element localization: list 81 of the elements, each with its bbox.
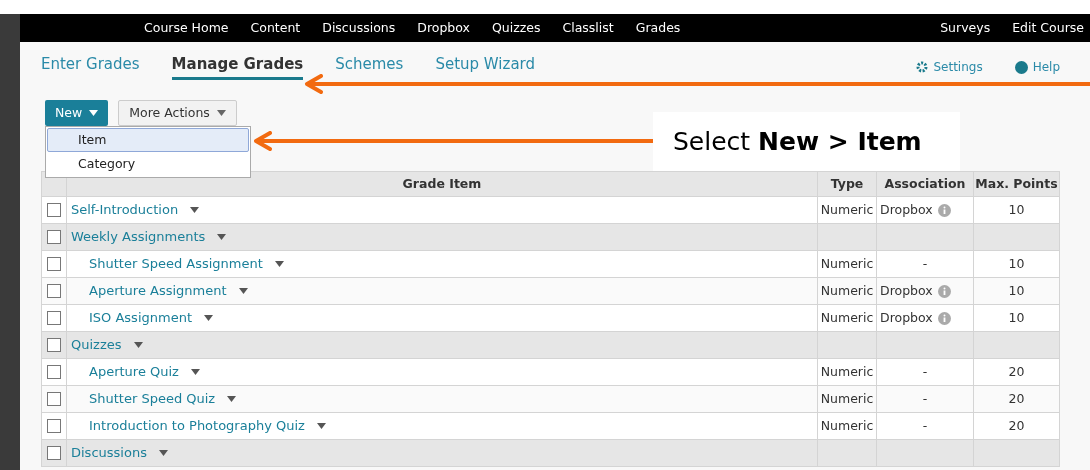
grade-item-link[interactable]: Aperture Quiz (89, 362, 179, 382)
table-cell-text: 10 (1008, 308, 1025, 327)
nav-link[interactable]: Content (250, 18, 301, 38)
nav-link[interactable]: Quizzes (491, 18, 541, 38)
caret-icon[interactable] (227, 396, 237, 402)
tool-link[interactable]: Settings (916, 58, 983, 80)
caret-icon[interactable] (217, 234, 227, 240)
checkbox[interactable] (47, 230, 61, 244)
checkbox[interactable] (47, 203, 61, 217)
nav-link[interactable]: Dropbox (417, 18, 470, 38)
table-cell-text: 10 (1008, 254, 1025, 273)
checkbox[interactable] (47, 392, 61, 406)
column-header: Max. Points (975, 174, 1058, 193)
table-cell-text: 20 (1008, 389, 1025, 408)
grade-item-link[interactable]: Introduction to Photography Quiz (89, 416, 305, 436)
tool-link[interactable]: Help (1014, 58, 1060, 80)
checkbox[interactable] (47, 257, 61, 271)
table-cell-text: Numeric (820, 389, 874, 408)
table-cell-text: Numeric (820, 254, 874, 273)
table-cell-text: 10 (1008, 281, 1025, 300)
new-button[interactable]: New (45, 100, 109, 126)
tab[interactable]: Manage Grades (171, 52, 304, 80)
more-actions-button[interactable]: More Actions (118, 100, 237, 126)
grade-item-link[interactable]: Weekly Assignments (71, 227, 206, 247)
grade-item-link[interactable]: ISO Assignment (89, 308, 192, 328)
grade-item-link[interactable]: Shutter Speed Quiz (89, 389, 216, 409)
table-cell-text: - (922, 254, 928, 273)
table-cell-text: Dropbox (880, 281, 933, 300)
checkbox[interactable] (47, 311, 61, 325)
nav-link[interactable]: Surveys (940, 18, 991, 38)
caret-icon[interactable] (274, 261, 284, 267)
info-icon[interactable] (937, 311, 951, 325)
column-header: Association (884, 174, 966, 193)
info-icon[interactable] (937, 284, 951, 298)
grade-item-link[interactable]: Aperture Assignment (89, 281, 227, 301)
nav-link[interactable]: Course Home (144, 18, 229, 38)
grade-item-link[interactable]: Shutter Speed Assignment (89, 254, 263, 274)
menu-item[interactable]: Category (47, 152, 249, 176)
grade-item-link[interactable]: Quizzes (71, 335, 122, 355)
table-cell-text: Numeric (820, 200, 874, 219)
settings-icon (916, 61, 929, 73)
menu-item[interactable]: Item (47, 128, 249, 152)
checkbox[interactable] (47, 446, 61, 460)
checkbox[interactable] (47, 365, 61, 379)
info-icon[interactable] (937, 203, 951, 217)
column-header: Grade Item (402, 174, 482, 193)
caret-icon[interactable] (133, 342, 143, 348)
checkbox[interactable] (47, 419, 61, 433)
table-cell-text: Numeric (820, 281, 874, 300)
table-cell-text: Numeric (820, 416, 874, 435)
nav-link[interactable]: Discussions (322, 18, 396, 38)
table-cell-text: 10 (1008, 200, 1025, 219)
grade-item-link[interactable]: Discussions (71, 443, 147, 463)
checkbox[interactable] (47, 284, 61, 298)
table-cell-text: - (922, 362, 928, 381)
column-header: Type (830, 174, 864, 193)
tab[interactable]: Schemes (335, 52, 404, 80)
table-cell-text: - (922, 389, 928, 408)
grade-item-link[interactable]: Self-Introduction (71, 200, 179, 220)
nav-link[interactable]: Grades (635, 18, 681, 38)
caret-icon[interactable] (190, 207, 200, 213)
callout-text: Select New > Item (673, 125, 922, 158)
table-cell-text: 20 (1008, 362, 1025, 381)
caret-icon[interactable] (316, 423, 326, 429)
caret-icon[interactable] (190, 369, 200, 375)
caret-icon[interactable] (89, 110, 99, 116)
nav-link[interactable]: Classlist (562, 18, 614, 38)
caret-icon[interactable] (204, 315, 213, 321)
tab[interactable]: Setup Wizard (435, 52, 535, 80)
table-cell-text: - (922, 416, 928, 435)
caret-icon[interactable] (238, 288, 248, 294)
nav-link[interactable]: Edit Course (1012, 18, 1084, 38)
caret-icon[interactable] (158, 450, 168, 456)
tab[interactable]: Enter Grades (41, 52, 140, 80)
table-cell-text: Dropbox (880, 200, 933, 219)
checkbox[interactable] (47, 338, 61, 352)
table-cell-text: Dropbox (880, 308, 933, 327)
table-cell-text: Numeric (820, 362, 874, 381)
caret-icon[interactable] (216, 110, 226, 116)
table-cell-text: Numeric (820, 308, 874, 327)
table-cell-text: 20 (1008, 416, 1025, 435)
